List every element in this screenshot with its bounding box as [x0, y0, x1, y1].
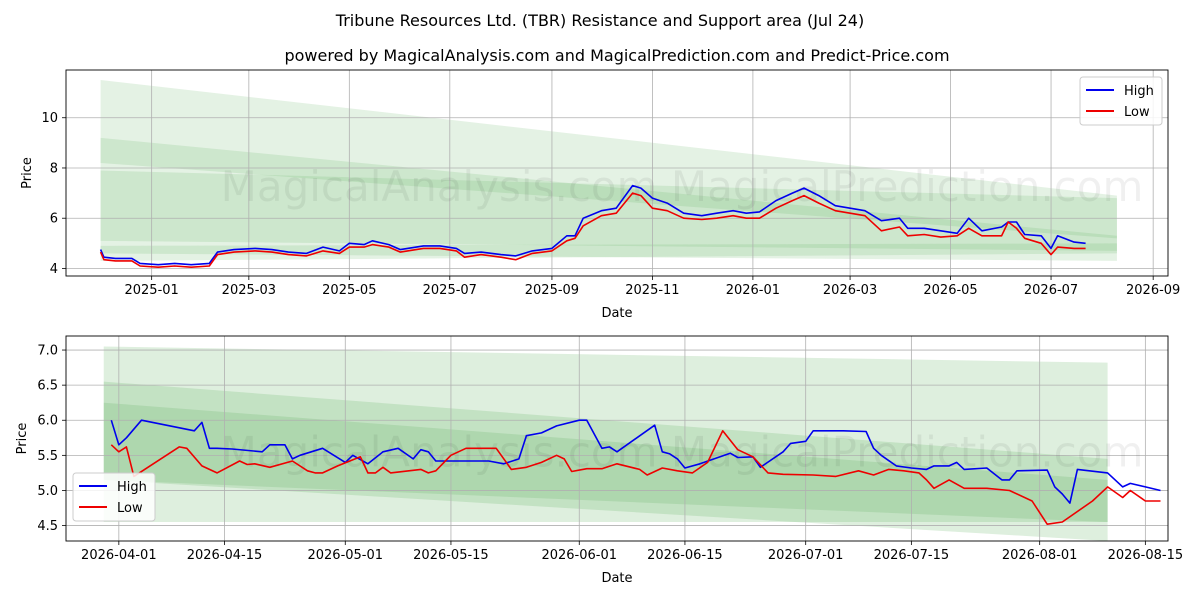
- x-tick-label: 2025-07: [423, 283, 477, 298]
- x-tick-label: 2026-04-15: [187, 548, 263, 563]
- x-tick-label: 2026-07-01: [768, 548, 844, 563]
- x-tick-label: 2025-11: [625, 283, 679, 298]
- legend-label-low: Low: [117, 501, 143, 516]
- x-tick-label: 2025-01: [124, 283, 178, 298]
- y-axis-label: Price: [20, 157, 35, 189]
- y-tick-label: 8: [50, 161, 58, 176]
- x-tick-label: 2026-05-15: [413, 548, 489, 563]
- chart-figure: Tribune Resources Ltd. (TBR) Resistance …: [15, 11, 1184, 586]
- y-tick-label: 4.5: [37, 519, 58, 534]
- x-tick-label: 2026-07: [1024, 283, 1078, 298]
- panel-bottom: 2026-04-01 2026-04-15 2026-05-01 2026-05-15…: [15, 335, 1184, 586]
- x-axis-label: Date: [601, 571, 632, 586]
- chart-subtitle: powered by MagicalAnalysis.com and Magic…: [284, 46, 949, 65]
- x-tick-label: 2026-06-15: [647, 548, 723, 563]
- legend-label-low: Low: [1124, 105, 1150, 120]
- y-tick-label: 6: [50, 212, 58, 227]
- legend-label-high: High: [1124, 84, 1154, 99]
- x-tick-label: 2026-05-01: [307, 548, 383, 563]
- x-tick-label: 2025-05: [322, 283, 376, 298]
- x-tick-label: 2025-09: [525, 283, 579, 298]
- y-tick-label: 10: [41, 111, 58, 126]
- x-tick-label: 2025-03: [222, 283, 276, 298]
- y-tick-label: 6.0: [37, 414, 58, 429]
- x-tick-label: 2026-01: [726, 283, 780, 298]
- y-tick-label: 4: [50, 262, 58, 277]
- x-axis-label: Date: [601, 306, 632, 321]
- y-tick-label: 5.0: [37, 484, 58, 499]
- x-tick-label: 2026-09: [1126, 283, 1180, 298]
- x-tick-label: 2026-08-01: [1002, 548, 1078, 563]
- x-tick-label: 2026-04-01: [81, 548, 157, 563]
- x-tick-label: 2026-03: [823, 283, 877, 298]
- y-tick-label: 6.5: [37, 379, 58, 394]
- watermark: MagicalAnalysis.com MagicalPrediction.co…: [221, 162, 1144, 211]
- y-tick-label: 7.0: [37, 344, 58, 359]
- x-tick-label: 2026-08-15: [1108, 548, 1184, 563]
- x-tick-label: 2026-06-01: [541, 548, 617, 563]
- legend-label-high: High: [117, 480, 147, 495]
- panel-top: 2025-01 2025-03 2025-05 2025-07 2025-09 2025-…: [20, 69, 1180, 321]
- y-axis-label: Price: [15, 423, 30, 455]
- chart-title: Tribune Resources Ltd. (TBR) Resistance …: [335, 11, 864, 30]
- watermark: MagicalAnalysis.com MagicalPrediction.co…: [221, 428, 1144, 477]
- x-tick-label: 2026-07-15: [874, 548, 950, 563]
- y-tick-label: 5.5: [37, 449, 58, 464]
- x-tick-label: 2026-05: [923, 283, 977, 298]
